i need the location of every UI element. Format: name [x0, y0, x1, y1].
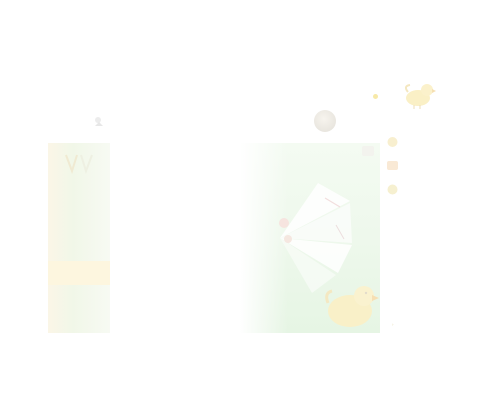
- avatar[interactable]: [314, 110, 336, 132]
- sidebar-list-item[interactable]: [386, 135, 438, 155]
- game-thumb-icon: [387, 161, 398, 170]
- sidebar-list-item[interactable]: [386, 159, 438, 179]
- duck-mascot-icon: [404, 84, 436, 109]
- game-preview-panel[interactable]: [240, 143, 380, 333]
- sidebar-list-item[interactable]: [386, 183, 438, 203]
- top-nav-item[interactable]: [298, 68, 326, 74]
- game-thumb-icon: [387, 184, 398, 195]
- game-thumb-icon: [387, 137, 398, 147]
- notification-dot: [373, 94, 378, 99]
- duck-mascot-icon: [325, 286, 379, 327]
- banner-stripe: [48, 261, 110, 285]
- corner-badge-icon: [362, 146, 374, 156]
- game-scene: [279, 146, 379, 327]
- more-link[interactable]: ›: [392, 322, 394, 327]
- chevron-right-icon: ›: [392, 322, 394, 327]
- top-nav-item[interactable]: [333, 68, 355, 74]
- promo-banner[interactable]: [48, 143, 110, 333]
- banner-logo: [65, 154, 93, 175]
- toy-icon: [95, 117, 103, 126]
